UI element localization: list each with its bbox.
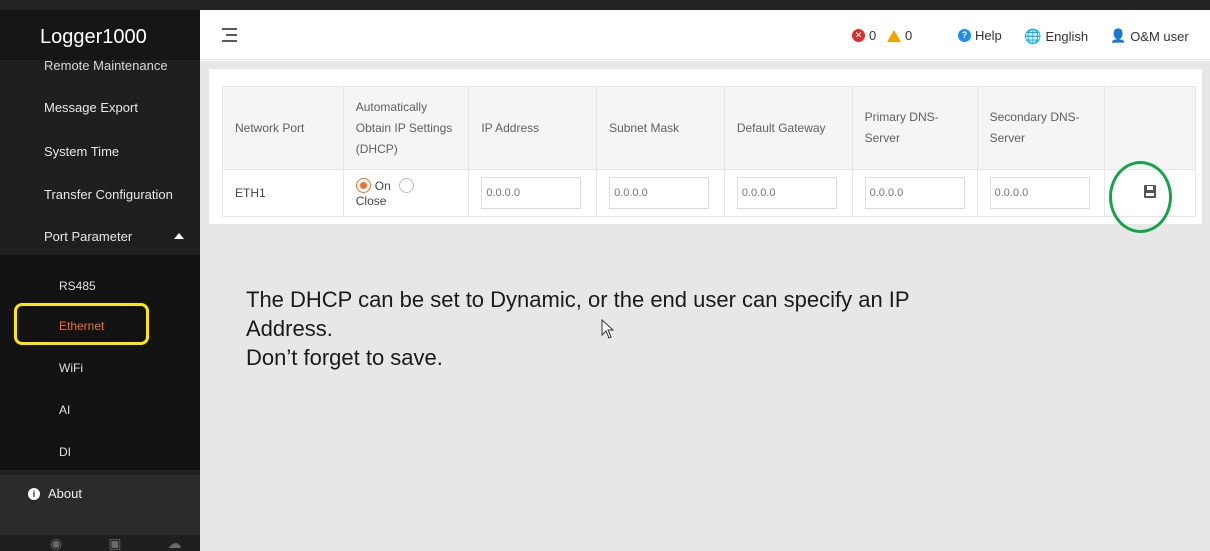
sidebar-item-transfer-configuration[interactable]: Transfer Configuration <box>0 185 200 205</box>
ethernet-table: Network Port Automatically Obtain IP Set… <box>222 86 1196 217</box>
sidebar-subitem-rs485[interactable]: RS485 <box>0 276 200 296</box>
dns2-cell <box>976 169 1106 217</box>
sidebar-subitem-di[interactable]: DI <box>0 442 200 462</box>
help-label: Help <box>975 28 1002 43</box>
column-header: IP Address <box>468 86 598 170</box>
error-indicator[interactable]: ✕ 0 <box>852 28 876 43</box>
help-icon: ? <box>958 29 971 42</box>
mask-cell <box>596 169 725 217</box>
dhcp-close-radio[interactable] <box>398 178 414 194</box>
warning-indicator[interactable]: 0 <box>887 28 912 43</box>
top-header: ✕ 0 0 ? Help 🌐 English 👤 O&M user <box>200 10 1210 60</box>
wifi-icon: ◉ <box>50 535 63 551</box>
sidebar-subitem-wifi[interactable]: WiFi <box>0 358 200 378</box>
menu-toggle-icon[interactable] <box>222 28 237 42</box>
annotation-note: The DHCP can be set to Dynamic, or the e… <box>246 285 1146 372</box>
port-cell: ETH1 <box>222 169 344 217</box>
top-band <box>0 0 1210 10</box>
column-header: Primary DNS-Server <box>851 86 978 170</box>
dhcp-cell: OnClose <box>342 169 470 217</box>
warning-icon <box>887 29 901 42</box>
note-line: The DHCP can be set to Dynamic, or the e… <box>246 287 910 312</box>
status-icons: ◉ ▣ ☁ <box>0 535 200 551</box>
ethernet-panel: Network Port Automatically Obtain IP Set… <box>209 69 1202 224</box>
sidebar-item-label: Port Parameter <box>44 229 133 244</box>
caret-up-icon <box>174 233 184 239</box>
warning-count: 0 <box>905 28 913 43</box>
column-header: Network Port <box>222 86 344 170</box>
about-label: About <box>48 486 82 501</box>
globe-icon: 🌐 <box>1024 28 1042 44</box>
dhcp-on-label: On <box>374 178 391 193</box>
user-menu[interactable]: 👤 O&M user <box>1110 28 1189 44</box>
sidebar-item-about[interactable]: i About <box>0 475 200 535</box>
secondary-dns-input[interactable] <box>989 177 1090 209</box>
language-selector[interactable]: 🌐 English <box>1024 28 1088 45</box>
primary-dns-input[interactable] <box>864 177 965 209</box>
dhcp-on-radio[interactable] <box>355 178 371 194</box>
sidebar-item-remote-maintenance[interactable]: Remote Maintenance <box>0 60 200 78</box>
highlight-save-circle <box>1109 161 1172 233</box>
mouse-cursor-icon <box>601 319 614 339</box>
column-header: Secondary DNS-Server <box>976 86 1106 170</box>
user-icon: 👤 <box>1110 28 1127 43</box>
cloud-icon: ☁ <box>167 535 182 551</box>
ip-cell <box>468 169 598 217</box>
table-row: ETH1 OnClose <box>222 169 1196 217</box>
sim-icon: ▣ <box>108 535 122 551</box>
language-label: English <box>1045 29 1089 44</box>
sidebar-item-message-export[interactable]: Message Export <box>0 98 200 118</box>
dns1-cell <box>851 169 978 217</box>
app-logo: Logger1000 <box>0 10 200 60</box>
ip-address-input[interactable] <box>481 177 582 209</box>
subnet-mask-input[interactable] <box>609 177 710 209</box>
note-line: Don’t forget to save. <box>246 345 443 370</box>
default-gateway-input[interactable] <box>736 177 837 209</box>
gateway-cell <box>723 169 853 217</box>
note-line: Address. <box>246 316 333 341</box>
column-header: Default Gateway <box>723 86 853 170</box>
error-count: 0 <box>869 28 877 43</box>
sidebar-item-system-time[interactable]: System Time <box>0 142 200 162</box>
help-link[interactable]: ? Help <box>958 28 1002 43</box>
sidebar: Logger1000 Remote Maintenance Message Ex… <box>0 10 200 551</box>
error-icon: ✕ <box>852 29 865 42</box>
column-header: Subnet Mask <box>596 86 725 170</box>
user-label: O&M user <box>1130 28 1189 44</box>
sidebar-subitem-ai[interactable]: AI <box>0 400 200 420</box>
sidebar-item-port-parameter[interactable]: Port Parameter <box>0 227 200 247</box>
column-header-actions <box>1104 86 1196 170</box>
column-header: Automatically Obtain IP Settings (DHCP) <box>342 86 470 170</box>
info-icon: i <box>28 488 40 500</box>
dhcp-close-label: Close <box>355 194 387 209</box>
highlight-ethernet-box <box>14 303 149 345</box>
